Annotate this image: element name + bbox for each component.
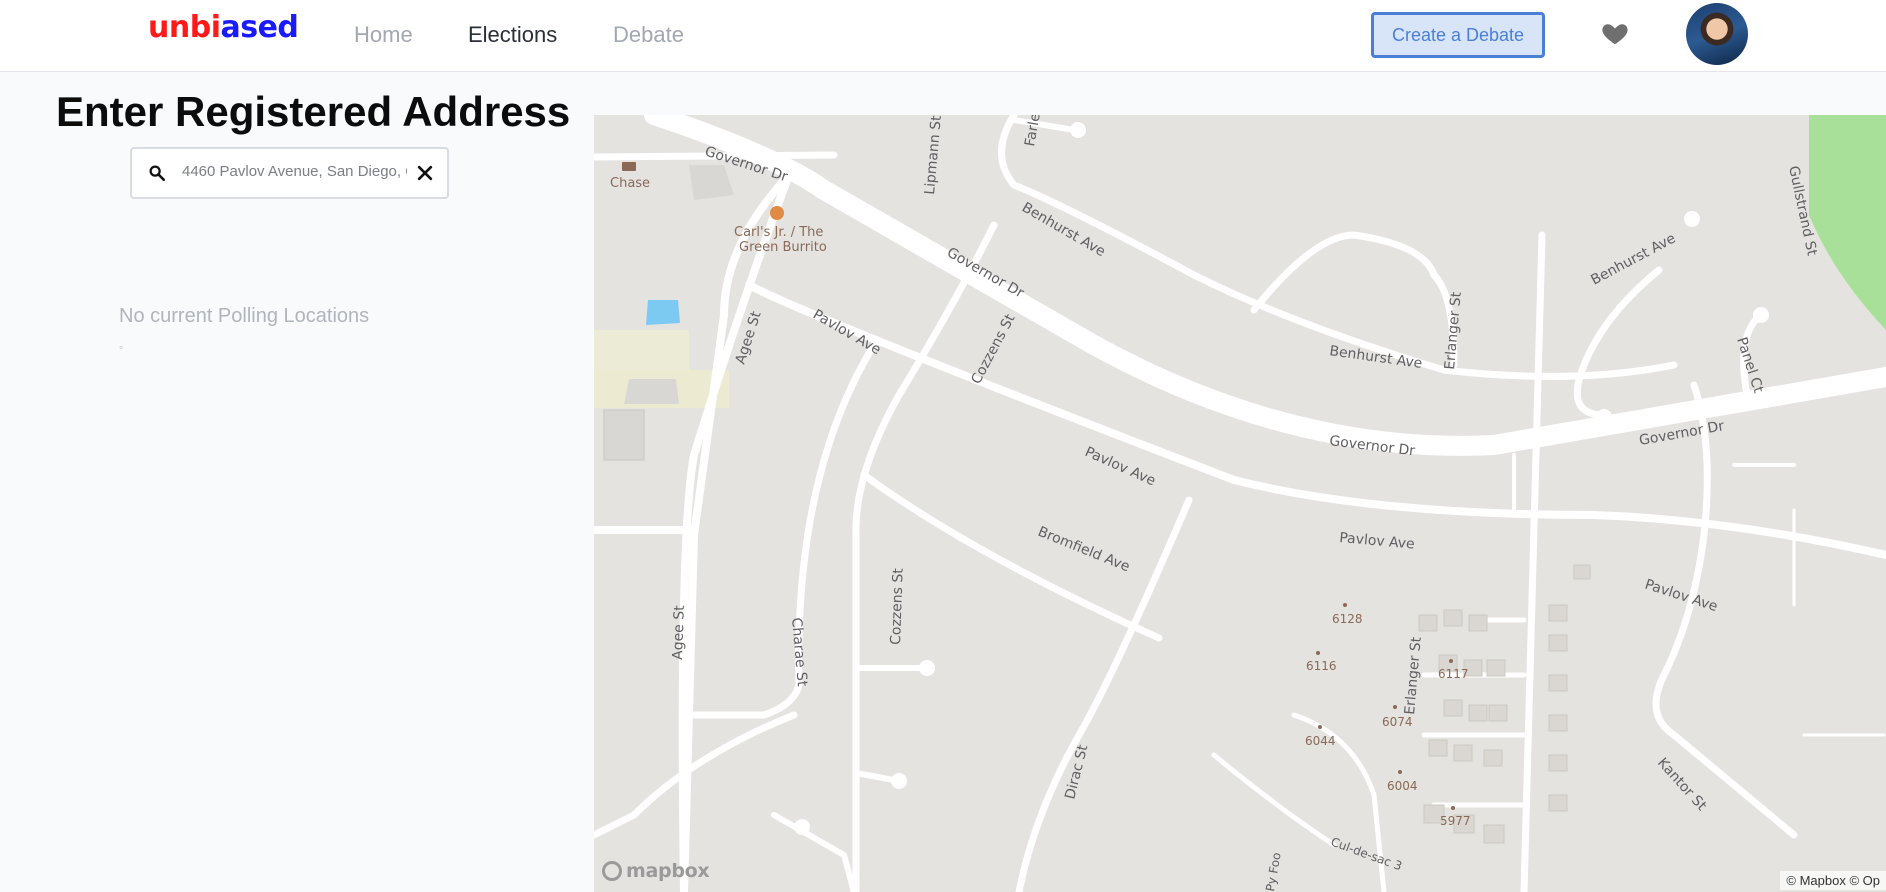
- map-attribution[interactable]: © Mapbox © Op: [1780, 871, 1886, 890]
- poi-label-restaurant-line2: Green Burrito: [739, 240, 827, 255]
- street-label: Agee St: [670, 605, 688, 661]
- street-label: Erlanger St: [1402, 636, 1425, 716]
- house-number: 6004: [1387, 779, 1418, 793]
- heart-icon[interactable]: [1600, 18, 1630, 48]
- search-icon: [149, 165, 166, 182]
- street-labels: Governor Dr Governor Dr Governor Dr Gove…: [670, 115, 1820, 892]
- mapbox-logo-text: mapbox: [626, 860, 710, 882]
- logo-part-red: unbi: [148, 10, 221, 45]
- street-label: Panel Ct: [1733, 335, 1766, 395]
- create-debate-button[interactable]: Create a Debate: [1371, 12, 1545, 58]
- building: [603, 409, 645, 461]
- building: [624, 379, 679, 404]
- address-search-input[interactable]: [182, 163, 407, 180]
- street-label: Py Foo: [1263, 851, 1284, 892]
- house-number: 6074: [1382, 715, 1413, 729]
- poi-label-restaurant: Carl's Jr. / The: [734, 225, 823, 240]
- street-label: Pavlov Ave: [810, 307, 883, 359]
- street-label: Benhurst Ave: [1588, 231, 1678, 289]
- street-label: Cozzens St: [968, 311, 1018, 387]
- nav-link-debate[interactable]: Debate: [613, 22, 684, 48]
- top-navbar: unbiased Home Elections Debate Create a …: [0, 0, 1886, 72]
- nav-link-home[interactable]: Home: [354, 22, 413, 48]
- street-label: Bromfield Ave: [1036, 524, 1132, 575]
- list-bullet: ◦: [119, 340, 124, 354]
- address-search-box: [130, 147, 449, 199]
- street-label: Cul-de-sac 3: [1329, 835, 1404, 874]
- nav-link-elections[interactable]: Elections: [468, 22, 557, 48]
- map-view[interactable]: Governor Dr Governor Dr Governor Dr Gove…: [594, 115, 1886, 892]
- brand-logo[interactable]: unbiased: [148, 10, 299, 45]
- house-number: 6116: [1306, 659, 1337, 673]
- street-label: Pavlov Ave: [1643, 577, 1720, 616]
- mapbox-logo-icon: [602, 861, 622, 881]
- page-title: Enter Registered Address: [56, 88, 571, 135]
- street-label: Cozzens St: [888, 567, 907, 645]
- user-avatar[interactable]: [1686, 3, 1748, 65]
- house-number: 5977: [1440, 814, 1471, 828]
- house-number: 6117: [1438, 667, 1469, 681]
- street-label: Lipmann St: [922, 115, 945, 195]
- house-number-labels: 6128 6116 6117 6074 6044 6004 5977: [1305, 612, 1471, 828]
- no-polling-message: No current Polling Locations: [119, 305, 370, 327]
- logo-part-blue: ased: [220, 10, 299, 45]
- street-label: Pavlov Ave: [1082, 444, 1158, 489]
- street-label: Kantor St: [1654, 755, 1710, 814]
- pool: [646, 300, 680, 325]
- street-label: Pavlov Ave: [1339, 530, 1416, 553]
- close-icon[interactable]: [415, 163, 435, 183]
- map-canvas[interactable]: Governor Dr Governor Dr Governor Dr Gove…: [594, 115, 1886, 892]
- house-number: 6044: [1305, 734, 1336, 748]
- residential-buildings: [1418, 564, 1591, 844]
- street-label: Charae St: [788, 617, 810, 688]
- mapbox-logo[interactable]: mapbox: [602, 860, 710, 882]
- park-area: [1809, 115, 1886, 330]
- poi-label-bank: Chase: [610, 176, 650, 191]
- parking-lot: [594, 330, 689, 375]
- house-number: 6128: [1332, 612, 1363, 626]
- building: [689, 165, 734, 200]
